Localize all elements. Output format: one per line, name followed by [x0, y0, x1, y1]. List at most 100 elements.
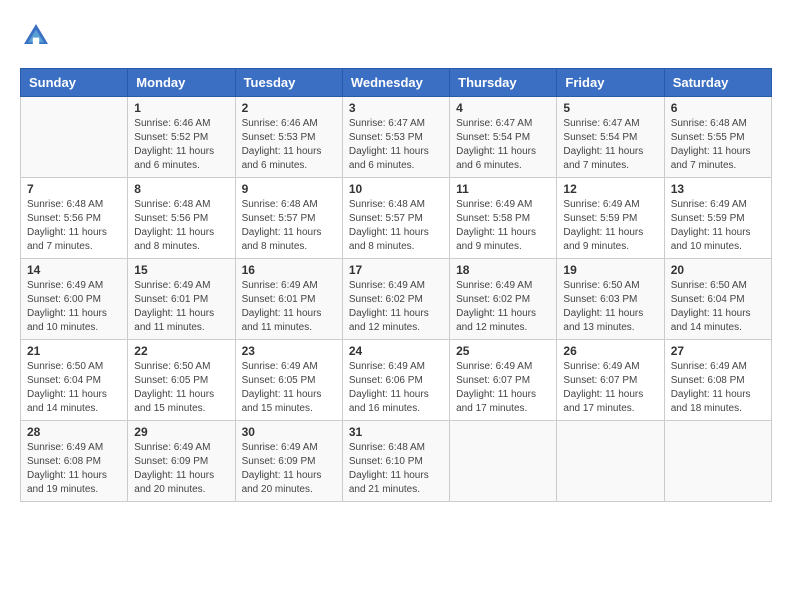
calendar-cell: 6Sunrise: 6:48 AM Sunset: 5:55 PM Daylig…: [664, 97, 771, 178]
calendar-cell: 28Sunrise: 6:49 AM Sunset: 6:08 PM Dayli…: [21, 421, 128, 502]
page-header: [20, 20, 772, 52]
calendar-cell: 31 Sunrise: 6:48 AM Sunset: 6:10 PM Dayli…: [342, 421, 449, 502]
calendar-week-4: 21Sunrise: 6:50 AM Sunset: 6:04 PM Dayli…: [21, 340, 772, 421]
day-info: Sunrise: 6:47 AM Sunset: 5:54 PM Dayligh…: [456, 117, 550, 173]
day-info: Sunrise: 6:49 AM Sunset: 6:00 PM Dayligh…: [27, 279, 121, 335]
calendar-cell: 25 Sunrise: 6:49 AM Sunset: 6:07 PM Dayli…: [450, 340, 557, 421]
day-info: Sunrise: 6:49 AM Sunset: 5:59 PM Dayligh…: [671, 198, 765, 254]
day-number: 4: [456, 101, 550, 115]
logo-icon: [20, 20, 52, 52]
calendar-cell: 27 Sunrise: 6:49 AM Sunset: 6:08 PM Dayli…: [664, 340, 771, 421]
calendar-cell: 29Sunrise: 6:49 AM Sunset: 6:09 PM Dayli…: [128, 421, 235, 502]
calendar-cell: 13 Sunrise: 6:49 AM Sunset: 5:59 PM Dayli…: [664, 178, 771, 259]
day-number: 3: [349, 101, 443, 115]
calendar-cell: 10Sunrise: 6:48 AM Sunset: 5:57 PM Dayli…: [342, 178, 449, 259]
calendar-cell: 26 Sunrise: 6:49 AM Sunset: 6:07 PM Dayli…: [557, 340, 664, 421]
day-info: Sunrise: 6:46 AM Sunset: 5:53 PM Dayligh…: [242, 117, 336, 173]
day-info: Sunrise: 6:48 AM Sunset: 5:56 PM Dayligh…: [27, 198, 121, 254]
day-number: 11: [456, 182, 550, 196]
day-info: Sunrise: 6:49 AM Sunset: 6:06 PM Dayligh…: [349, 360, 443, 416]
calendar-cell: 18Sunrise: 6:49 AM Sunset: 6:02 PM Dayli…: [450, 259, 557, 340]
day-number: 25: [456, 344, 550, 358]
calendar-cell: 11 Sunrise: 6:49 AM Sunset: 5:58 PM Dayli…: [450, 178, 557, 259]
day-number: 9: [242, 182, 336, 196]
day-number: 30: [242, 425, 336, 439]
header-thursday: Thursday: [450, 69, 557, 97]
day-number: 27: [671, 344, 765, 358]
calendar-cell: 2 Sunrise: 6:46 AM Sunset: 5:53 PM Daylig…: [235, 97, 342, 178]
calendar-cell: 21Sunrise: 6:50 AM Sunset: 6:04 PM Dayli…: [21, 340, 128, 421]
day-info: Sunrise: 6:49 AM Sunset: 6:09 PM Dayligh…: [134, 441, 228, 497]
day-number: 19: [563, 263, 657, 277]
calendar-cell: 30 Sunrise: 6:49 AM Sunset: 6:09 PM Dayli…: [235, 421, 342, 502]
day-info: Sunrise: 6:47 AM Sunset: 5:53 PM Dayligh…: [349, 117, 443, 173]
calendar-cell: 7 Sunrise: 6:48 AM Sunset: 5:56 PM Daylig…: [21, 178, 128, 259]
calendar-cell: 15 Sunrise: 6:49 AM Sunset: 6:01 PM Dayli…: [128, 259, 235, 340]
day-info: Sunrise: 6:48 AM Sunset: 5:56 PM Dayligh…: [134, 198, 228, 254]
calendar-cell: [21, 97, 128, 178]
header-sunday: Sunday: [21, 69, 128, 97]
calendar-cell: 16 Sunrise: 6:49 AM Sunset: 6:01 PM Dayli…: [235, 259, 342, 340]
calendar-cell: 17 Sunrise: 6:49 AM Sunset: 6:02 PM Dayli…: [342, 259, 449, 340]
calendar-cell: 4 Sunrise: 6:47 AM Sunset: 5:54 PM Daylig…: [450, 97, 557, 178]
calendar-cell: 5Sunrise: 6:47 AM Sunset: 5:54 PM Daylig…: [557, 97, 664, 178]
calendar-cell: 3 Sunrise: 6:47 AM Sunset: 5:53 PM Daylig…: [342, 97, 449, 178]
day-number: 18: [456, 263, 550, 277]
day-info: Sunrise: 6:49 AM Sunset: 5:58 PM Dayligh…: [456, 198, 550, 254]
day-number: 7: [27, 182, 121, 196]
calendar-table: SundayMondayTuesdayWednesdayThursdayFrid…: [20, 68, 772, 502]
day-number: 23: [242, 344, 336, 358]
day-number: 17: [349, 263, 443, 277]
day-info: Sunrise: 6:49 AM Sunset: 6:02 PM Dayligh…: [349, 279, 443, 335]
day-info: Sunrise: 6:49 AM Sunset: 6:07 PM Dayligh…: [563, 360, 657, 416]
day-info: Sunrise: 6:49 AM Sunset: 6:01 PM Dayligh…: [242, 279, 336, 335]
calendar-cell: 20 Sunrise: 6:50 AM Sunset: 6:04 PM Dayli…: [664, 259, 771, 340]
day-number: 14: [27, 263, 121, 277]
day-number: 12: [563, 182, 657, 196]
calendar-cell: 14 Sunrise: 6:49 AM Sunset: 6:00 PM Dayli…: [21, 259, 128, 340]
day-number: 8: [134, 182, 228, 196]
calendar-week-3: 14 Sunrise: 6:49 AM Sunset: 6:00 PM Dayli…: [21, 259, 772, 340]
day-number: 15: [134, 263, 228, 277]
logo: [20, 20, 56, 52]
day-number: 28: [27, 425, 121, 439]
day-info: Sunrise: 6:46 AM Sunset: 5:52 PM Dayligh…: [134, 117, 228, 173]
day-info: Sunrise: 6:49 AM Sunset: 5:59 PM Dayligh…: [563, 198, 657, 254]
calendar-cell: 22 Sunrise: 6:50 AM Sunset: 6:05 PM Dayli…: [128, 340, 235, 421]
day-info: Sunrise: 6:48 AM Sunset: 5:57 PM Dayligh…: [242, 198, 336, 254]
header-monday: Monday: [128, 69, 235, 97]
day-number: 10: [349, 182, 443, 196]
calendar-header-row: SundayMondayTuesdayWednesdayThursdayFrid…: [21, 69, 772, 97]
day-info: Sunrise: 6:49 AM Sunset: 6:07 PM Dayligh…: [456, 360, 550, 416]
calendar-cell: 24 Sunrise: 6:49 AM Sunset: 6:06 PM Dayli…: [342, 340, 449, 421]
day-info: Sunrise: 6:49 AM Sunset: 6:08 PM Dayligh…: [671, 360, 765, 416]
day-info: Sunrise: 6:49 AM Sunset: 6:01 PM Dayligh…: [134, 279, 228, 335]
day-number: 1: [134, 101, 228, 115]
day-number: 13: [671, 182, 765, 196]
day-number: 2: [242, 101, 336, 115]
day-number: 26: [563, 344, 657, 358]
header-wednesday: Wednesday: [342, 69, 449, 97]
calendar-week-1: 1 Sunrise: 6:46 AM Sunset: 5:52 PM Daylig…: [21, 97, 772, 178]
day-info: Sunrise: 6:50 AM Sunset: 6:05 PM Dayligh…: [134, 360, 228, 416]
day-number: 20: [671, 263, 765, 277]
calendar-week-5: 28Sunrise: 6:49 AM Sunset: 6:08 PM Dayli…: [21, 421, 772, 502]
day-number: 24: [349, 344, 443, 358]
day-info: Sunrise: 6:47 AM Sunset: 5:54 PM Dayligh…: [563, 117, 657, 173]
day-number: 31: [349, 425, 443, 439]
header-tuesday: Tuesday: [235, 69, 342, 97]
calendar-cell: 23Sunrise: 6:49 AM Sunset: 6:05 PM Dayli…: [235, 340, 342, 421]
calendar-cell: [664, 421, 771, 502]
day-info: Sunrise: 6:49 AM Sunset: 6:09 PM Dayligh…: [242, 441, 336, 497]
calendar-week-2: 7 Sunrise: 6:48 AM Sunset: 5:56 PM Daylig…: [21, 178, 772, 259]
day-info: Sunrise: 6:50 AM Sunset: 6:03 PM Dayligh…: [563, 279, 657, 335]
day-info: Sunrise: 6:50 AM Sunset: 6:04 PM Dayligh…: [27, 360, 121, 416]
calendar-cell: 1 Sunrise: 6:46 AM Sunset: 5:52 PM Daylig…: [128, 97, 235, 178]
day-number: 16: [242, 263, 336, 277]
calendar-cell: [450, 421, 557, 502]
day-number: 22: [134, 344, 228, 358]
header-saturday: Saturday: [664, 69, 771, 97]
day-info: Sunrise: 6:48 AM Sunset: 6:10 PM Dayligh…: [349, 441, 443, 497]
day-info: Sunrise: 6:48 AM Sunset: 5:55 PM Dayligh…: [671, 117, 765, 173]
day-info: Sunrise: 6:50 AM Sunset: 6:04 PM Dayligh…: [671, 279, 765, 335]
